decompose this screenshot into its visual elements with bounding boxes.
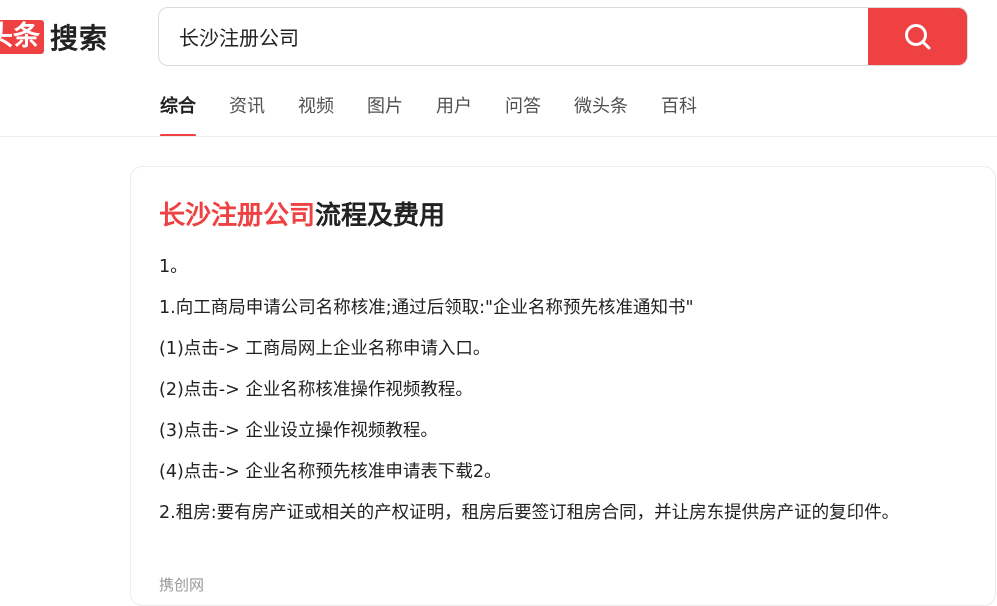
search-bar	[158, 7, 968, 66]
tabs-divider	[0, 136, 997, 137]
search-input[interactable]	[159, 8, 869, 65]
logo-text: 搜索	[50, 22, 109, 55]
result-line: (4)点击-> 企业名称预先核准申请表下载2。	[159, 462, 502, 482]
tab-qa[interactable]: 问答	[505, 92, 541, 136]
result-line: 1.向工商局申请公司名称核准;通过后领取:"企业名称预先核准通知书"	[159, 298, 694, 318]
logo[interactable]: 头条 搜索	[0, 17, 108, 57]
result-title-rest: 流程及费用	[315, 201, 446, 231]
tab-images[interactable]: 图片	[367, 92, 403, 136]
result-line: 2.租房:要有房产证或相关的产权证明，租房后要签订租房合同，并让房东提供房产证的…	[159, 503, 900, 523]
search-button[interactable]	[868, 8, 967, 65]
result-title[interactable]: 长沙注册公司流程及费用	[159, 195, 445, 232]
search-icon	[905, 23, 931, 49]
result-line: (1)点击-> 工商局网上企业名称申请入口。	[159, 339, 491, 359]
tab-users[interactable]: 用户	[436, 92, 472, 136]
tab-baike[interactable]: 百科	[661, 92, 697, 136]
result-line: 1。	[159, 257, 188, 277]
logo-badge: 头条	[0, 20, 44, 54]
result-line: (3)点击-> 企业设立操作视频教程。	[159, 421, 438, 441]
tab-weitoutiao[interactable]: 微头条	[574, 92, 628, 136]
result-source[interactable]: 携创网	[159, 574, 204, 595]
result-card: 长沙注册公司流程及费用 1。 1.向工商局申请公司名称核准;通过后领取:"企业名…	[130, 166, 996, 606]
result-line: (2)点击-> 企业名称核准操作视频教程。	[159, 380, 473, 400]
result-title-highlight: 长沙注册公司	[159, 201, 316, 231]
tab-video[interactable]: 视频	[298, 92, 334, 136]
tab-news[interactable]: 资讯	[229, 92, 265, 136]
result-body: 1。 1.向工商局申请公司名称核准;通过后领取:"企业名称预先核准通知书" (1…	[159, 253, 949, 540]
search-tabs: 综合 资讯 视频 图片 用户 问答 微头条 百科	[160, 92, 730, 137]
tab-comprehensive[interactable]: 综合	[160, 92, 196, 137]
